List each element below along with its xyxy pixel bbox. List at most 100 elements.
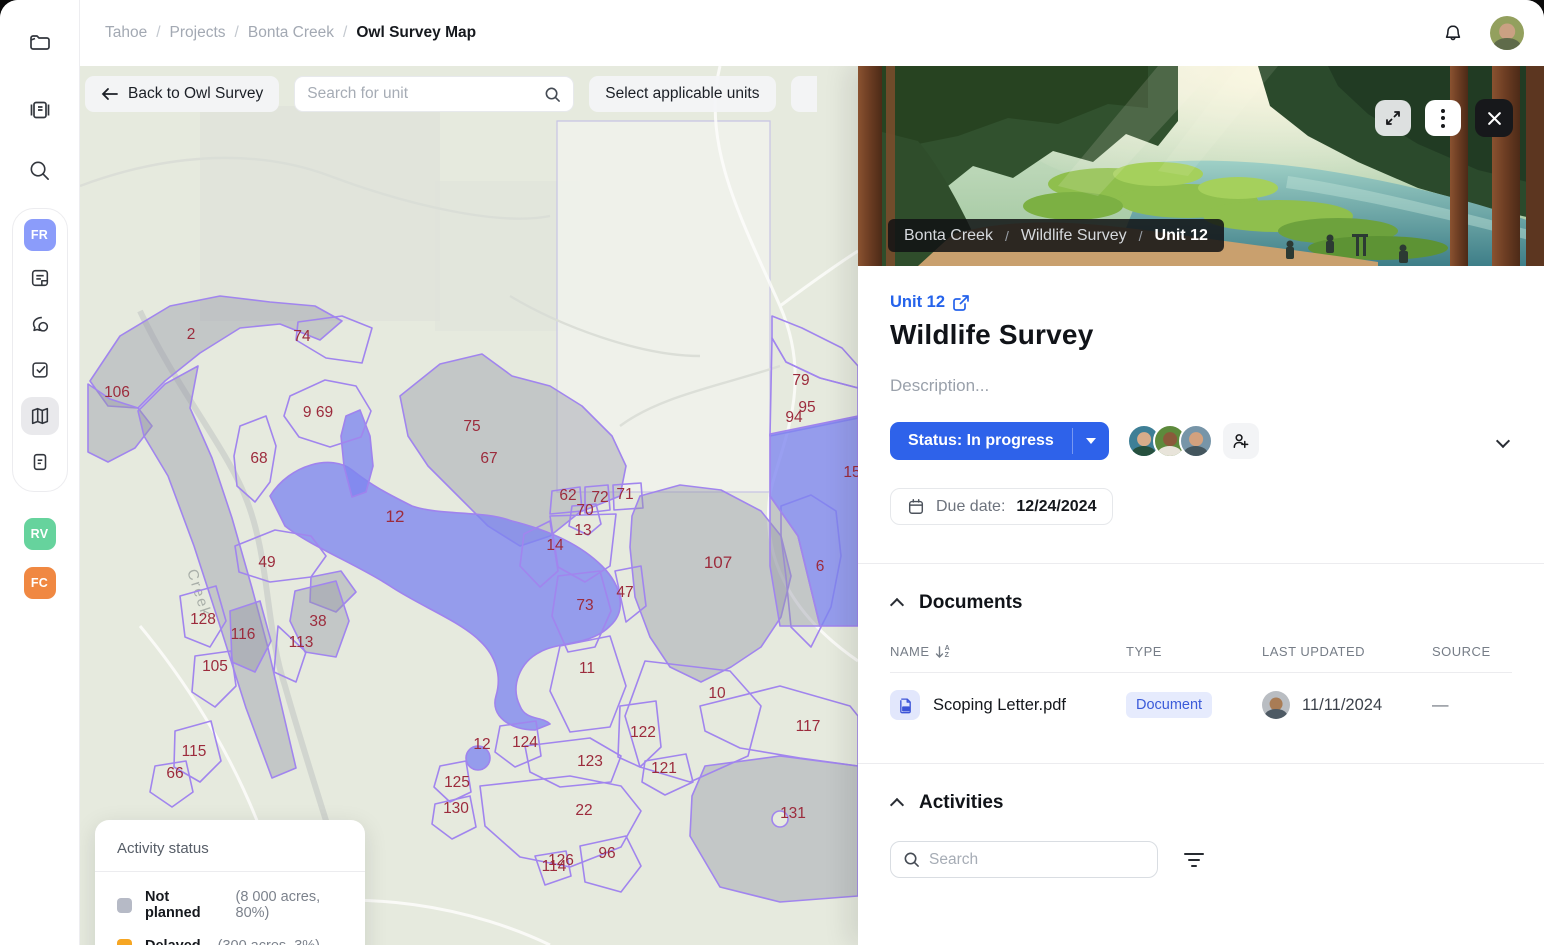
hero-crumb-separator: / [1005,228,1009,244]
unit-link[interactable]: Unit 12 [890,293,969,312]
hero-image: Bonta Creek / Wildlife Survey / Unit 12 [858,66,1544,266]
unit-number-label: 47 [616,584,633,601]
header-actions [1442,0,1524,66]
activities-collapse-button[interactable] [890,796,904,810]
document-updated-cell: 11/11/2024 [1262,691,1432,719]
unit-number-label: 2 [187,326,196,343]
documents-item[interactable] [21,443,59,481]
unit-number-label: 73 [576,597,593,614]
activities-heading: Activities [919,792,1003,814]
kebab-icon [1441,109,1445,128]
expand-button[interactable] [1375,100,1411,136]
hero-breadcrumb: Bonta Creek / Wildlife Survey / Unit 12 [888,219,1224,252]
unit-number-label: 106 [104,384,130,401]
assignee-avatars[interactable] [1127,424,1213,458]
unit-number-label: 122 [630,724,656,741]
search-icon [544,86,561,103]
hero-buttons [1375,99,1513,137]
unit-number-label: 130 [443,800,469,817]
screen: Creek [0,0,1544,945]
column-type: TYPE [1126,644,1262,659]
collapse-details-button[interactable] [1498,436,1512,446]
more-options-button[interactable] [1425,100,1461,136]
breadcrumb-tahoe[interactable]: Tahoe [105,24,147,42]
workspace-badge-fc[interactable]: FC [24,567,56,599]
map-item-active[interactable] [21,397,59,435]
notes-item[interactable] [21,259,59,297]
sort-az-icon: AZ [935,645,951,659]
unit-number-label: 128 [190,611,216,628]
due-date-pill[interactable]: Due date: 12/24/2024 [890,488,1113,525]
description-field[interactable]: Description... [890,376,1512,396]
unit-number-label: 72 [591,489,608,506]
top-header: Tahoe / Projects / Bonta Creek / Owl Sur… [80,0,1544,66]
status-label: Status: In progress [890,422,1072,460]
documents-collapse-button[interactable] [890,596,904,610]
search-nav-icon[interactable] [20,150,60,190]
legend-item: Delayed(300 acres, 3%) [117,938,343,945]
unit-number-label: 71 [616,486,633,503]
tasks-item[interactable] [21,351,59,389]
notifications-bell-icon[interactable] [1442,22,1464,45]
unit-number-label: 115 [182,743,207,760]
external-link-icon [953,295,969,311]
unit-number-label: 10 [708,685,726,702]
legend-detail: (300 acres, 3%) [218,938,320,945]
workspace-badge-rv[interactable]: RV [24,518,56,550]
activities-search-input[interactable] [929,851,1145,869]
legend-swatch [117,939,132,945]
column-source: SOURCE [1432,644,1512,659]
status-dropdown-button[interactable] [1073,422,1109,460]
map-canvas[interactable]: Creek [80,66,858,945]
unit-number-label: 70 [576,502,594,519]
filter-icon[interactable] [1184,853,1204,867]
add-assignee-button[interactable] [1223,423,1259,459]
hero-crumb-wildlife-survey[interactable]: Wildlife Survey [1021,227,1127,245]
legend-divider [95,871,365,872]
unit-number-label: 121 [651,760,677,777]
unit-number-label: 113 [289,634,314,651]
document-row[interactable]: Scoping Letter.pdf Document 11/11/2024 — [890,673,1512,737]
hero-crumb-bonta-creek[interactable]: Bonta Creek [904,227,993,245]
activities-toolbar [890,841,1512,878]
comments-item[interactable] [21,305,59,343]
status-button[interactable]: Status: In progress [890,422,1109,460]
unit-number-label: 6 [816,558,825,575]
projects-folder-icon[interactable] [20,22,60,62]
legend-item: Not planned(8 000 acres, 80%) [117,889,343,921]
document-name-cell[interactable]: Scoping Letter.pdf [890,690,1126,720]
unit-number-label: 117 [796,718,821,735]
unit-number-label: 125 [444,774,470,791]
hero-crumb-unit: Unit 12 [1155,227,1208,245]
activities-search[interactable] [890,841,1158,878]
close-icon [1487,111,1502,126]
unit-number-label: 12 [473,736,490,753]
workspace-badge-fr[interactable]: FR [24,219,56,251]
chevron-up-icon [890,598,904,612]
map-toolbar: Back to Owl Survey Select applicable uni… [85,76,858,112]
column-name[interactable]: NAME AZ [890,644,1126,659]
document-source: — [1432,696,1512,715]
section-divider [858,763,1544,764]
unit-search-input[interactable] [307,85,536,103]
assignee-avatar[interactable] [1179,424,1213,458]
select-units-label: Select applicable units [605,85,759,103]
select-units-button[interactable]: Select applicable units [589,76,775,112]
activities-section-header: Activities [890,792,1512,814]
close-panel-button[interactable] [1475,99,1513,137]
unit-number-label: 49 [258,554,275,571]
survey-map[interactable]: Creek [80,66,858,945]
user-avatar[interactable] [1490,16,1524,50]
back-button[interactable]: Back to Owl Survey [85,76,279,112]
breadcrumb-separator: / [343,24,347,42]
document-type-badge: Document [1126,692,1212,718]
library-icon[interactable] [20,90,60,130]
breadcrumb-bonta-creek[interactable]: Bonta Creek [248,24,334,42]
toolbar-overflow-button[interactable] [791,76,817,112]
unit-number-label: 74 [293,328,311,345]
unit-link-label: Unit 12 [890,293,945,312]
caret-down-icon [1086,438,1096,444]
breadcrumb-projects[interactable]: Projects [170,24,226,42]
unit-search[interactable] [294,76,574,112]
unit-number-label: 11 [579,660,595,677]
